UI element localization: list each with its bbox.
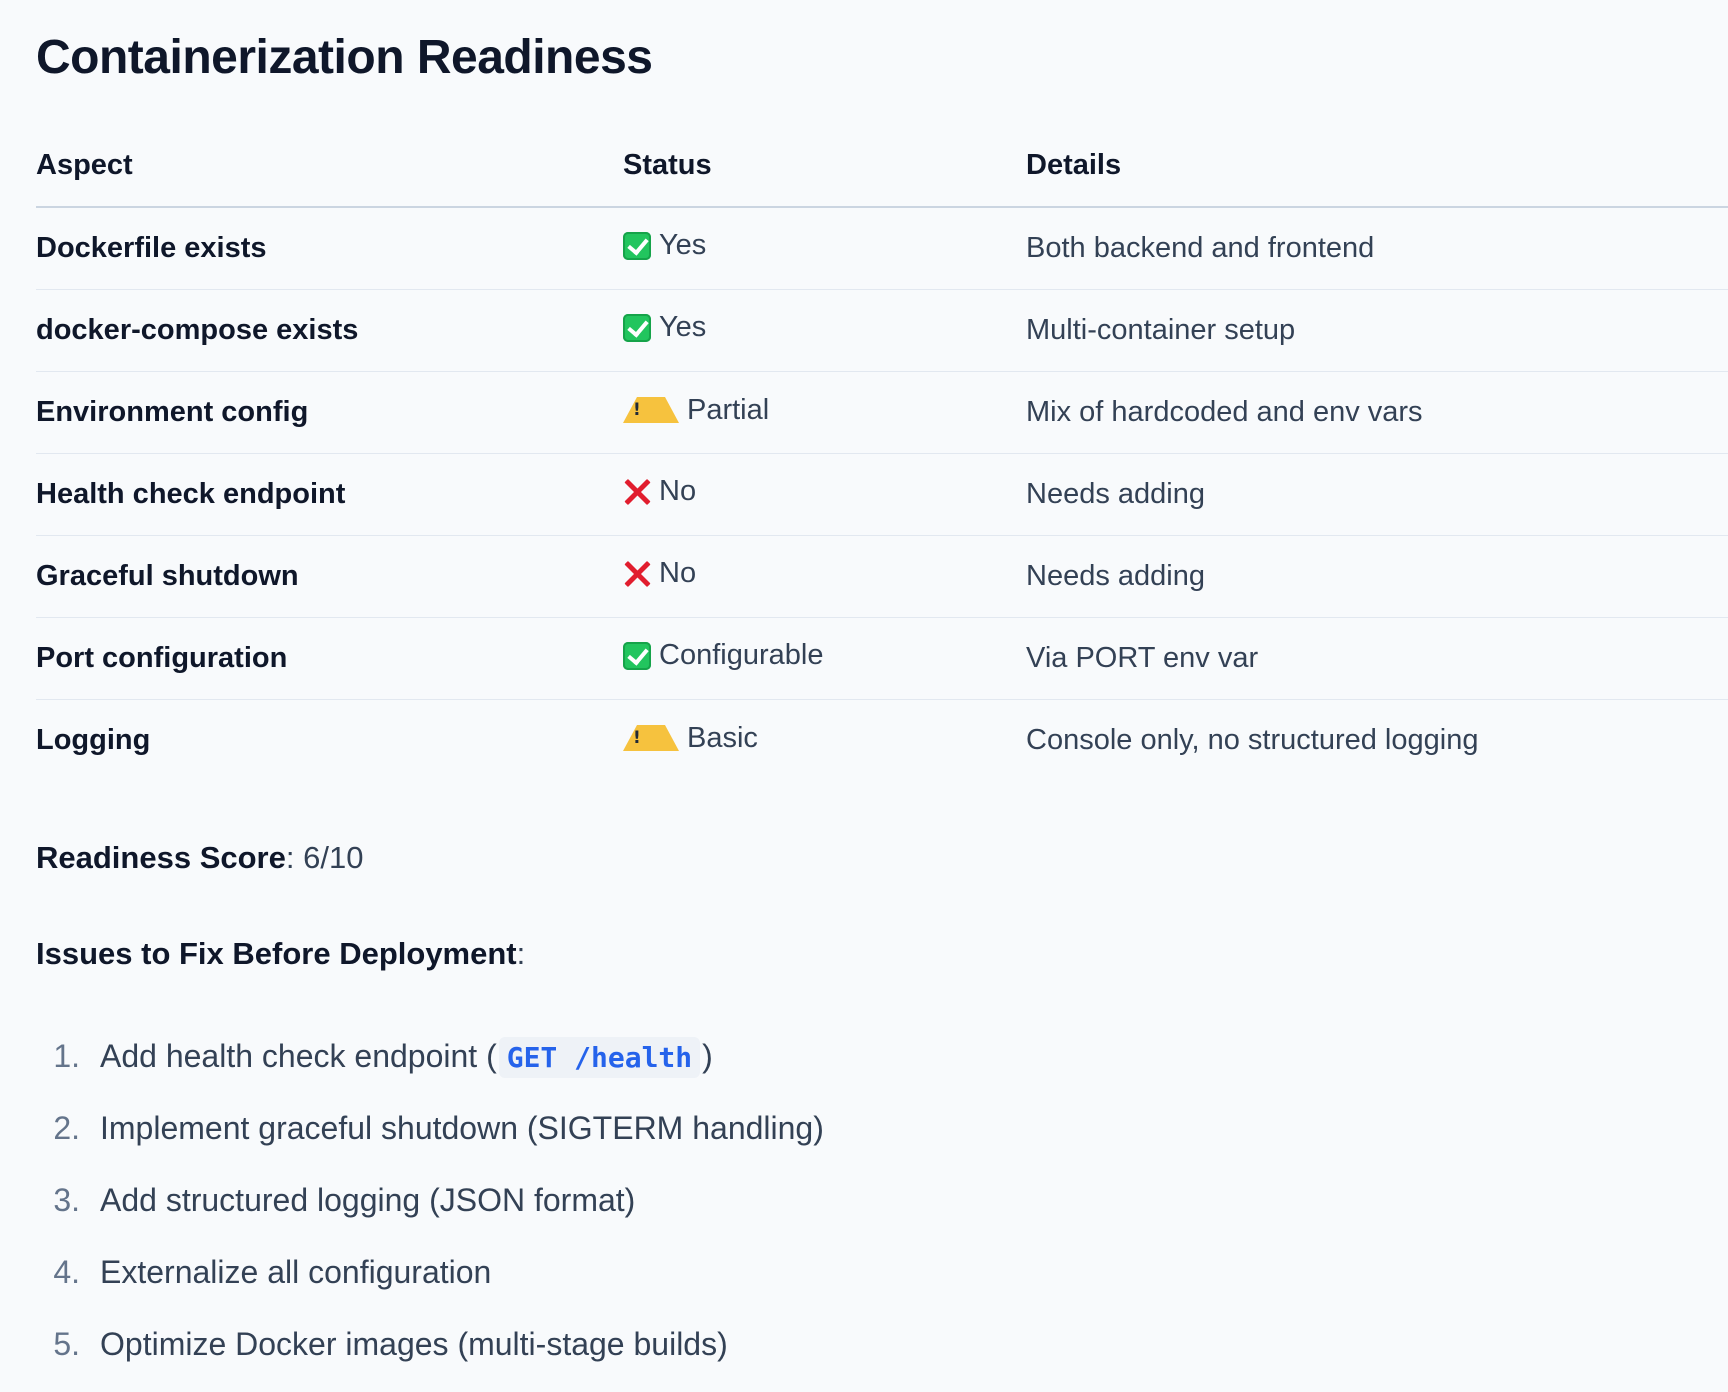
list-number: 1. bbox=[53, 1037, 80, 1074]
aspect-cell: Health check endpoint bbox=[36, 453, 623, 536]
list-item: 4. Externalize all configuration bbox=[36, 1236, 824, 1308]
status-text: No bbox=[659, 475, 697, 508]
details-cell: Console only, no structured logging bbox=[1026, 724, 1479, 756]
issues-heading: Issues to Fix Before Deployment: bbox=[36, 936, 525, 972]
table-row: Graceful shutdown No Needs adding bbox=[36, 535, 1728, 618]
aspect-cell: Graceful shutdown bbox=[36, 535, 623, 618]
inline-code: GET /health bbox=[498, 1036, 701, 1078]
check-icon bbox=[623, 231, 651, 260]
warning-icon bbox=[623, 725, 679, 752]
status-cell: Yes bbox=[623, 207, 1026, 290]
column-header-status: Status bbox=[623, 124, 1026, 208]
status-cell: Yes bbox=[623, 289, 1026, 372]
check-icon bbox=[623, 641, 651, 670]
score-label: Readiness Score bbox=[36, 840, 286, 875]
table-header-row: Aspect Status Details bbox=[36, 124, 1728, 208]
readiness-table: Aspect Status Details Dockerfile exists … bbox=[36, 124, 1728, 781]
status-cell: Partial bbox=[623, 371, 1026, 454]
details-cell: Multi-container setup bbox=[1026, 289, 1728, 372]
details-cell: Via PORT env var bbox=[1026, 617, 1728, 700]
column-header-aspect: Aspect bbox=[36, 124, 623, 208]
issues-heading-label: Issues to Fix Before Deployment bbox=[36, 936, 517, 971]
list-number: 2. bbox=[53, 1109, 80, 1146]
list-item: 5. Optimize Docker images (multi-stage b… bbox=[36, 1308, 824, 1380]
status-text: Yes bbox=[659, 311, 707, 344]
issues-list: 1. Add health check endpoint (GET /healt… bbox=[36, 1020, 824, 1380]
cross-icon bbox=[623, 478, 651, 506]
list-text: Externalize all configuration bbox=[100, 1253, 492, 1290]
status-text: Basic bbox=[687, 721, 758, 754]
score-separator: : bbox=[285, 840, 304, 875]
list-number: 3. bbox=[53, 1181, 80, 1218]
issues-heading-colon: : bbox=[516, 936, 526, 971]
list-item: 3. Add structured logging (JSON format) bbox=[36, 1164, 824, 1236]
details-cell: Needs adding bbox=[1026, 535, 1728, 618]
list-text: Add structured logging (JSON format) bbox=[100, 1181, 636, 1218]
status-text: Configurable bbox=[659, 639, 824, 672]
list-number: 5. bbox=[53, 1325, 80, 1362]
check-icon bbox=[623, 313, 651, 342]
table-row: Health check endpoint No Needs adding bbox=[36, 453, 1728, 536]
aspect-cell: docker-compose exists bbox=[36, 289, 623, 372]
status-cell: Basic bbox=[623, 700, 1026, 782]
aspect-cell: Environment config bbox=[36, 371, 623, 454]
list-text: Add health check endpoint (GET /health) bbox=[100, 1036, 713, 1078]
readiness-score: Readiness Score: 6/10 bbox=[36, 840, 363, 876]
list-text-before: Add health check endpoint ( bbox=[100, 1037, 497, 1074]
status-text: No bbox=[659, 557, 697, 590]
page-title: Containerization Readiness bbox=[36, 31, 653, 84]
aspect-cell: Dockerfile exists bbox=[36, 207, 623, 290]
table-row: Logging Basic Console only, no structure… bbox=[36, 700, 1728, 782]
table-row: Port configuration Configurable Via PORT… bbox=[36, 617, 1728, 700]
list-text-after: ) bbox=[702, 1037, 713, 1074]
list-item: 2. Implement graceful shutdown (SIGTERM … bbox=[36, 1092, 824, 1164]
list-text: Implement graceful shutdown (SIGTERM han… bbox=[100, 1109, 824, 1146]
details-cell: Needs adding bbox=[1026, 453, 1728, 536]
warning-icon bbox=[623, 397, 679, 424]
score-value: 6/10 bbox=[303, 840, 364, 875]
table-row: docker-compose exists Yes Multi-containe… bbox=[36, 289, 1728, 372]
status-text: Partial bbox=[687, 393, 770, 426]
status-cell: No bbox=[623, 535, 1026, 618]
aspect-cell: Logging bbox=[36, 724, 151, 756]
status-cell: Configurable bbox=[623, 617, 1026, 700]
table-row: Environment config Partial Mix of hardco… bbox=[36, 371, 1728, 454]
table-row: Dockerfile exists Yes Both backend and f… bbox=[36, 207, 1728, 290]
details-cell: Both backend and frontend bbox=[1026, 207, 1728, 290]
status-cell: No bbox=[623, 453, 1026, 536]
details-cell: Mix of hardcoded and env vars bbox=[1026, 371, 1728, 454]
list-text: Optimize Docker images (multi-stage buil… bbox=[100, 1325, 728, 1362]
list-item: 1. Add health check endpoint (GET /healt… bbox=[36, 1020, 824, 1092]
status-text: Yes bbox=[659, 229, 707, 262]
column-header-details: Details bbox=[1026, 124, 1728, 208]
aspect-cell: Port configuration bbox=[36, 617, 623, 700]
list-number: 4. bbox=[53, 1253, 80, 1290]
cross-icon bbox=[623, 560, 651, 588]
